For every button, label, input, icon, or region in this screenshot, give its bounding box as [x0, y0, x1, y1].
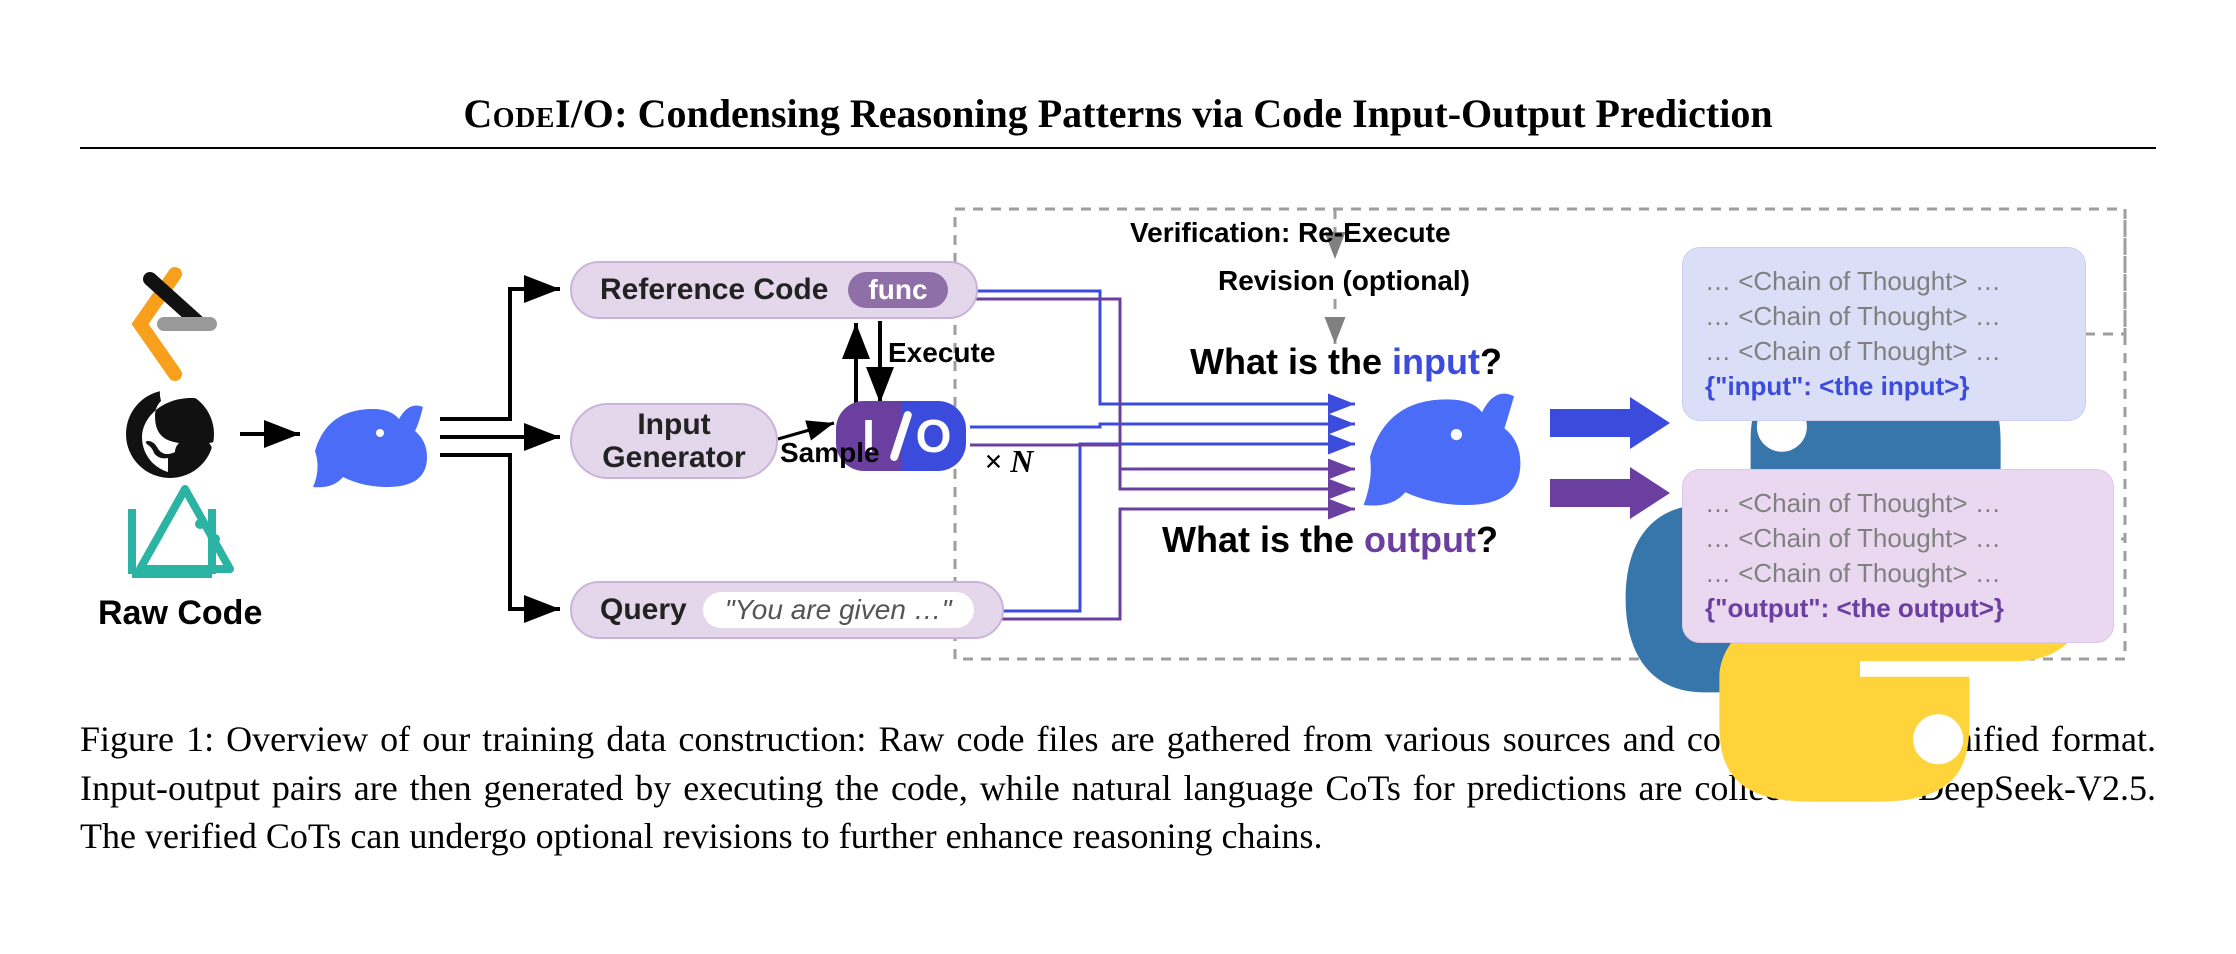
input-generator-line2: Generator	[602, 441, 745, 474]
title-codeio: CodeI/O	[463, 91, 614, 136]
divider	[80, 147, 2156, 149]
cot-input-box: … <Chain of Thought> … … <Chain of Thoug…	[1682, 247, 2086, 421]
cot-output-json: {"output": <the output>}	[1705, 591, 2091, 626]
revision-label: Revision (optional)	[1218, 265, 1470, 297]
caption-prefix: Figure 1:	[80, 719, 226, 759]
reference-code-node: Reference Code func	[570, 261, 978, 319]
cot-output-box: … <Chain of Thought> … … <Chain of Thoug…	[1682, 469, 2114, 643]
matrix-icon	[132, 489, 230, 574]
cot-line-2: … <Chain of Thought> …	[1705, 299, 2063, 334]
q-output-prefix: What is the	[1162, 519, 1364, 560]
deepseek-whale-icon-left	[313, 406, 427, 488]
func-badge: func	[848, 272, 947, 308]
cot-line-3: … <Chain of Thought> …	[1705, 334, 2063, 369]
title-rest: : Condensing Reasoning Patterns via Code…	[614, 91, 1772, 136]
reference-code-label: Reference Code	[600, 273, 828, 307]
verification-label: Verification: Re-Execute	[1130, 217, 1451, 249]
cot-line-o3: … <Chain of Thought> …	[1705, 556, 2091, 591]
cot-line-1: … <Chain of Thought> …	[1705, 264, 2063, 299]
q-input-prefix: What is the	[1190, 341, 1392, 382]
figure-1: Raw Code Reference Code func Input Gener…	[80, 179, 2156, 679]
revision-optional: (optional)	[1342, 265, 1470, 296]
input-generator-node: Input Generator	[570, 403, 778, 479]
cot-input-json: {"input": <the input>}	[1705, 369, 2063, 404]
q-input-kw: input	[1392, 341, 1480, 382]
leetcode-icon	[140, 274, 210, 374]
cot-line-o1: … <Chain of Thought> …	[1705, 486, 2091, 521]
question-input: What is the input?	[1190, 341, 1502, 383]
input-generator-line1: Input	[637, 408, 710, 441]
python-icon-small	[1478, 215, 1514, 251]
q-output-suffix: ?	[1476, 519, 1498, 560]
q-input-suffix: ?	[1480, 341, 1502, 382]
revision-prefix: Revision	[1218, 265, 1335, 296]
q-output-kw: output	[1364, 519, 1476, 560]
raw-code-label: Raw Code	[98, 594, 262, 633]
github-icon	[126, 384, 239, 478]
page-title: CodeI/O: Condensing Reasoning Patterns v…	[80, 90, 2156, 137]
python-icon	[822, 333, 858, 369]
times-n-label: × N	[984, 443, 1033, 480]
query-label: Query	[600, 593, 687, 627]
sample-label: Sample	[780, 437, 880, 469]
cot-line-o2: … <Chain of Thought> …	[1705, 521, 2091, 556]
question-output: What is the output?	[1162, 519, 1498, 561]
